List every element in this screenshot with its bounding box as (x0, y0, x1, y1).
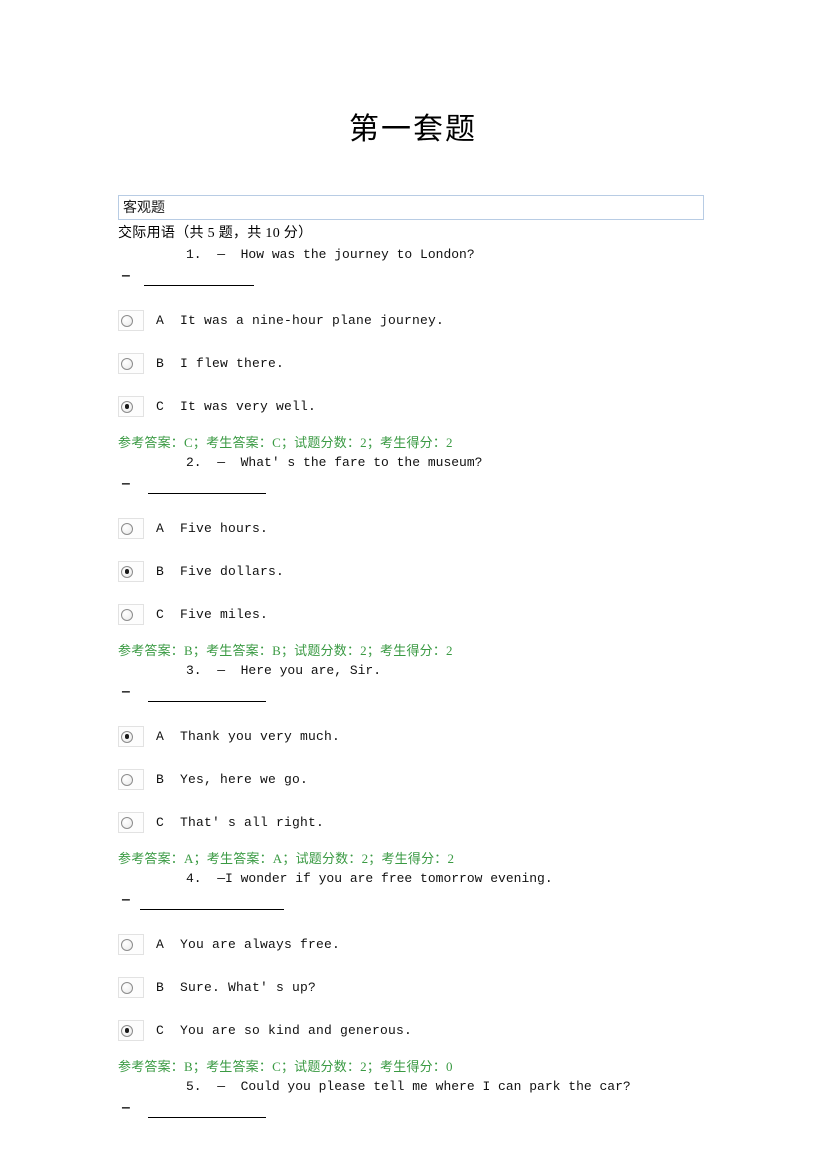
question-answer-blank-row: — (118, 1098, 708, 1124)
radio-button-cell[interactable] (118, 561, 144, 582)
question-stem: 2. — What' s the fare to the museum? (186, 455, 483, 470)
blank-underline (148, 1117, 266, 1118)
option-text: It was a nine-hour plane journey. (180, 313, 445, 328)
radio-selected-icon[interactable] (121, 730, 133, 743)
option-row[interactable]: A You are always free. (118, 930, 708, 959)
answer-feedback-line: 参考答案：B；考生答案：C；试题分数：2；考生得分：0 (118, 1059, 453, 1074)
option-row[interactable]: C You are so kind and generous. (118, 1016, 708, 1045)
radio-button-cell[interactable] (118, 934, 144, 955)
question-stem: 4. —I wonder if you are free tomorrow ev… (186, 871, 553, 886)
option-row[interactable]: A Thank you very much. (118, 722, 708, 751)
question-answer-blank-row: — (118, 266, 708, 292)
answer-feedback-line: 参考答案：B；考生答案：B；试题分数：2；考生得分：2 (118, 643, 453, 658)
question: 2. — What' s the fare to the museum? — A Fi… (118, 452, 708, 660)
option-letter: C (156, 1023, 164, 1038)
option-row[interactable]: C That' s all right. (118, 808, 708, 837)
option-row[interactable]: C Five miles. (118, 600, 708, 629)
question-answer-blank-row: — (118, 682, 708, 708)
radio-button-cell[interactable] (118, 310, 144, 331)
radio-button-cell[interactable] (118, 353, 144, 374)
dash-marker: — (122, 1100, 130, 1115)
dash-marker: — (122, 684, 130, 699)
option-text: Thank you very much. (180, 729, 341, 744)
option-text: Five hours. (180, 521, 269, 536)
exam-page: 第一套题 客观题 交际用语（共 5 题，共 10 分） 1. — How was… (0, 0, 826, 1168)
answer-feedback-line: 参考答案：A；考生答案：A；试题分数：2；考生得分：2 (118, 851, 455, 866)
option-text: It was very well. (180, 399, 317, 414)
radio-button-cell[interactable] (118, 396, 144, 417)
section-header-box: 客观题 (118, 195, 704, 220)
answer-feedback-line: 参考答案：C；考生答案：C；试题分数：2；考生得分：2 (118, 435, 453, 450)
questions-list: 1. — How was the journey to London? — A It … (118, 244, 708, 1124)
page-title: 第一套题 (349, 113, 477, 146)
option-row[interactable]: A Five hours. (118, 514, 708, 543)
option-text: You are always free. (180, 937, 341, 952)
dash-marker: — (122, 268, 130, 283)
radio-button-cell[interactable] (118, 769, 144, 790)
radio-button-cell[interactable] (118, 1020, 144, 1041)
radio-selected-icon[interactable] (121, 1024, 133, 1037)
option-text: Yes, here we go. (180, 772, 309, 787)
blank-underline (148, 701, 266, 702)
option-letter: B (156, 772, 164, 787)
question: 4. —I wonder if you are free tomorrow ev… (118, 868, 708, 1076)
radio-unselected-icon[interactable] (121, 938, 133, 951)
option-letter: A (156, 729, 164, 744)
dash-marker: — (122, 892, 130, 907)
option-row[interactable]: B Sure. What' s up? (118, 973, 708, 1002)
radio-unselected-icon[interactable] (121, 816, 133, 829)
blank-underline (148, 493, 266, 494)
radio-unselected-icon[interactable] (121, 981, 133, 994)
section-subtitle: 交际用语（共 5 题，共 10 分） (118, 226, 313, 241)
radio-unselected-icon[interactable] (121, 314, 133, 327)
option-text: I flew there. (180, 356, 285, 371)
section-header-label: 客观题 (123, 201, 165, 216)
question: 1. — How was the journey to London? — A It … (118, 244, 708, 452)
radio-unselected-icon[interactable] (121, 773, 133, 786)
option-row[interactable]: A It was a nine-hour plane journey. (118, 306, 708, 335)
radio-button-cell[interactable] (118, 518, 144, 539)
option-letter: B (156, 564, 164, 579)
option-letter: C (156, 399, 164, 414)
radio-unselected-icon[interactable] (121, 608, 133, 621)
option-letter: C (156, 815, 164, 830)
dash-marker: — (122, 476, 130, 491)
blank-underline (144, 285, 254, 286)
question: 3. — Here you are, Sir. — A Thank you very … (118, 660, 708, 868)
question: 5. — Could you please tell me where I ca… (118, 1076, 708, 1124)
blank-underline (140, 909, 284, 910)
option-text: Five dollars. (180, 564, 285, 579)
question-stem: 5. — Could you please tell me where I ca… (186, 1079, 631, 1094)
option-letter: C (156, 607, 164, 622)
question-stem: 1. — How was the journey to London? (186, 247, 475, 262)
radio-button-cell[interactable] (118, 726, 144, 747)
option-letter: A (156, 937, 164, 952)
option-row[interactable]: B I flew there. (118, 349, 708, 378)
question-answer-blank-row: — (118, 474, 708, 500)
option-text: Five miles. (180, 607, 269, 622)
option-text: You are so kind and generous. (180, 1023, 413, 1038)
radio-button-cell[interactable] (118, 977, 144, 998)
option-text: Sure. What' s up? (180, 980, 317, 995)
option-row[interactable]: B Yes, here we go. (118, 765, 708, 794)
option-letter: B (156, 356, 164, 371)
option-row[interactable]: B Five dollars. (118, 557, 708, 586)
option-letter: B (156, 980, 164, 995)
radio-unselected-icon[interactable] (121, 357, 133, 370)
radio-selected-icon[interactable] (121, 400, 133, 413)
radio-button-cell[interactable] (118, 604, 144, 625)
option-row[interactable]: C It was very well. (118, 392, 708, 421)
radio-unselected-icon[interactable] (121, 522, 133, 535)
option-text: That' s all right. (180, 815, 325, 830)
option-letter: A (156, 521, 164, 536)
question-answer-blank-row: — (118, 890, 708, 916)
option-letter: A (156, 313, 164, 328)
question-stem: 3. — Here you are, Sir. (186, 663, 382, 678)
radio-button-cell[interactable] (118, 812, 144, 833)
radio-selected-icon[interactable] (121, 565, 133, 578)
